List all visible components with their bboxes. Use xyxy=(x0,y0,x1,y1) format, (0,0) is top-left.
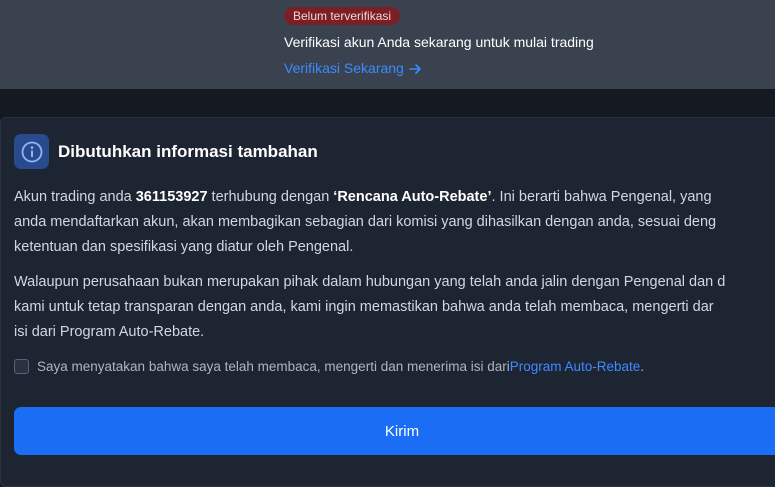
consent-text: Saya menyatakan bahwa saya telah membaca… xyxy=(37,359,510,374)
paragraph-2-line-1: Walaupun perusahaan bukan merupakan piha… xyxy=(14,274,726,290)
verification-banner: Belum terverifikasi Verifikasi akun Anda… xyxy=(0,0,775,89)
paragraph-1-line-1: Akun trading anda 361153927 terhubung de… xyxy=(14,185,775,210)
arrow-right-icon xyxy=(409,63,422,75)
paragraph-text: terhubung dengan xyxy=(207,189,334,205)
unverified-badge: Belum terverifikasi xyxy=(284,7,401,25)
info-paragraph-2: Walaupun perusahaan bukan merupakan piha… xyxy=(14,270,775,345)
paragraph-text: . Ini berarti bahwa Pengenal, yang xyxy=(491,189,712,205)
consent-checkbox[interactable] xyxy=(14,359,29,374)
plan-name: ‘Rencana Auto-Rebate’ xyxy=(333,189,492,205)
info-paragraph-1: Akun trading anda 361153927 terhubung de… xyxy=(14,185,775,260)
paragraph-2-line-3: isi dari Program Auto-Rebate. xyxy=(14,324,205,340)
dialog-title: Dibutuhkan informasi tambahan xyxy=(58,141,318,161)
verification-title: Verifikasi akun Anda sekarang untuk mula… xyxy=(284,34,594,50)
paragraph-text: Akun trading anda xyxy=(14,189,136,205)
paragraph-1-line-3: ketentuan dan spesifikasi yang diatur ol… xyxy=(14,239,354,255)
verify-now-label: Verifikasi Sekarang xyxy=(284,60,404,76)
paragraph-2-line-2: kami untuk tetap transparan dengan anda,… xyxy=(14,299,714,315)
consent-suffix: . xyxy=(640,359,645,374)
dialog-header: Dibutuhkan informasi tambahan xyxy=(14,134,318,169)
submit-button[interactable]: Kirim xyxy=(14,407,775,455)
info-icon xyxy=(14,134,49,169)
auto-rebate-program-link[interactable]: Program Auto-Rebate xyxy=(510,359,641,374)
paragraph-1-line-2: anda mendaftarkan akun, akan membagikan … xyxy=(14,214,717,230)
auto-rebate-dialog: Dibutuhkan informasi tambahan Akun tradi… xyxy=(0,117,775,487)
account-number: 361153927 xyxy=(135,189,208,205)
consent-row: Saya menyatakan bahwa saya telah membaca… xyxy=(14,359,644,374)
verify-now-link[interactable]: Verifikasi Sekarang xyxy=(284,60,422,77)
